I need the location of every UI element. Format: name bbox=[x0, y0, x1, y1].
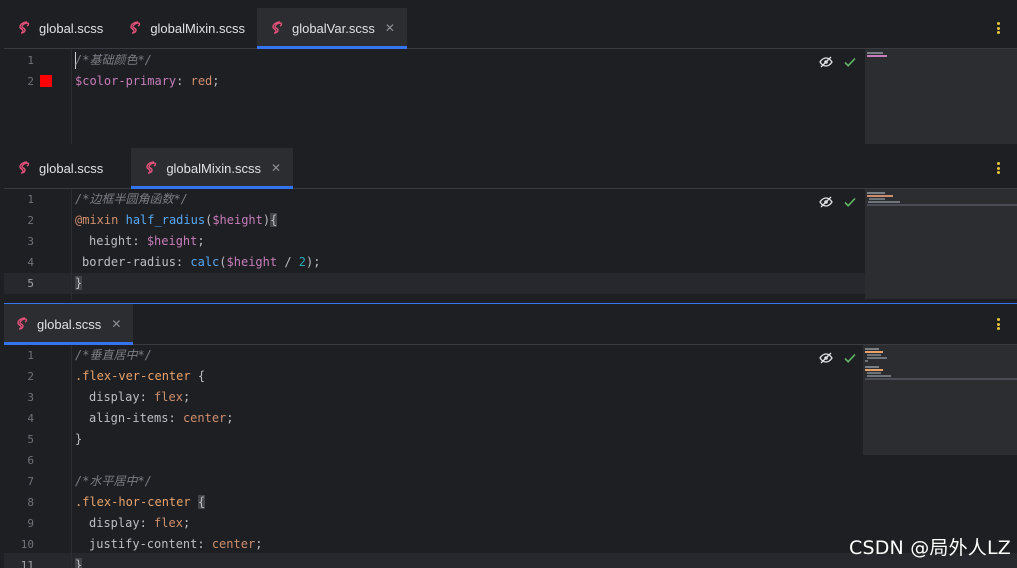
tab-label: global.scss bbox=[39, 20, 104, 36]
code-area[interactable]: /*基础颜色*/ $color-primary: red; bbox=[73, 49, 864, 144]
line-number: 5 bbox=[27, 433, 34, 446]
watermark-text: CSDN @局外人LZ bbox=[848, 537, 1011, 559]
minimap[interactable] bbox=[863, 345, 1017, 455]
editor-pane-globalmixin: global.scss globalMixin.scss ✕ 1 2 3 4 5… bbox=[4, 148, 1017, 300]
kebab-menu-icon[interactable] bbox=[991, 160, 1005, 176]
kebab-menu-icon[interactable] bbox=[991, 20, 1005, 36]
line-number: 11 bbox=[20, 559, 34, 568]
code-editor[interactable]: 1 2 /*基础颜色*/ $color-primary: red; bbox=[4, 49, 1017, 144]
code-line: justify-content: center; bbox=[89, 537, 263, 551]
reader-mode-eye-icon[interactable] bbox=[819, 55, 833, 69]
inspection-ok-check-icon[interactable] bbox=[843, 55, 857, 69]
inspection-widget bbox=[819, 351, 857, 365]
code-comment: /*基础颜色*/ bbox=[75, 53, 152, 67]
line-number: 1 bbox=[27, 193, 34, 206]
code-area[interactable]: /*边框半圆角函数*/ @mixin half_radius($height){… bbox=[73, 189, 864, 300]
tab-label: global.scss bbox=[39, 160, 104, 176]
sass-file-icon bbox=[130, 21, 141, 34]
line-gutter: 1 2 3 4 5 6 7 8 9 10 11 bbox=[4, 345, 72, 568]
sass-file-icon bbox=[17, 317, 28, 330]
line-number: 1 bbox=[27, 54, 34, 67]
sass-file-icon bbox=[19, 21, 30, 34]
inspection-widget bbox=[819, 55, 857, 69]
kebab-menu-icon[interactable] bbox=[991, 316, 1005, 332]
code-area[interactable]: /*垂直居中*/ .flex-ver-center { display: fle… bbox=[73, 345, 864, 568]
code-line: height: $height; bbox=[89, 234, 205, 248]
code-comment: /*垂直居中*/ bbox=[75, 348, 152, 362]
code-line: } bbox=[75, 276, 83, 290]
minimap[interactable] bbox=[865, 49, 1017, 144]
tab-global-scss[interactable]: global.scss bbox=[4, 148, 131, 188]
editor-pane-globalvar: global.scss globalMixin.scss globalVar.s… bbox=[4, 8, 1017, 144]
minimap[interactable] bbox=[865, 189, 1017, 299]
tab-globalmixin-scss[interactable]: globalMixin.scss bbox=[115, 8, 257, 48]
tab-label: globalMixin.scss bbox=[166, 160, 261, 176]
inspection-ok-check-icon[interactable] bbox=[843, 351, 857, 365]
tab-global-scss[interactable]: global.scss bbox=[4, 8, 115, 48]
tab-globalvar-scss[interactable]: globalVar.scss ✕ bbox=[256, 8, 407, 49]
code-line: align-items: center; bbox=[89, 411, 234, 425]
tab-label: globalVar.scss bbox=[291, 20, 375, 36]
tab-label: globalMixin.scss bbox=[150, 20, 245, 36]
color-swatch-red[interactable] bbox=[40, 75, 52, 87]
line-gutter: 1 2 3 4 5 bbox=[4, 189, 72, 300]
editor-pane-global: global.scss ✕ 1 2 3 4 5 6 7 8 9 10 11 /*… bbox=[4, 303, 1017, 568]
tab-globalmixin-scss[interactable]: globalMixin.scss ✕ bbox=[131, 148, 294, 189]
line-number: 3 bbox=[27, 235, 34, 248]
tab-global-scss[interactable]: global.scss ✕ bbox=[4, 304, 134, 345]
close-icon[interactable]: ✕ bbox=[271, 161, 281, 175]
tab-label: global.scss bbox=[37, 316, 102, 332]
reader-mode-eye-icon[interactable] bbox=[819, 195, 833, 209]
line-number: 5 bbox=[27, 277, 34, 290]
inspection-widget bbox=[819, 195, 857, 209]
code-editor[interactable]: 1 2 3 4 5 /*边框半圆角函数*/ @mixin half_radius… bbox=[4, 189, 1017, 300]
reader-mode-eye-icon[interactable] bbox=[819, 351, 833, 365]
code-line: @mixin half_radius($height){ bbox=[75, 213, 278, 227]
line-number: 6 bbox=[27, 454, 34, 467]
line-number: 2 bbox=[27, 75, 34, 88]
code-line: $color-primary: red; bbox=[75, 74, 220, 88]
line-number: 10 bbox=[20, 538, 34, 551]
line-number: 2 bbox=[27, 370, 34, 383]
code-comment: /*水平居中*/ bbox=[75, 474, 152, 488]
sass-file-icon bbox=[272, 21, 283, 34]
tab-bar: global.scss ✕ bbox=[4, 304, 1017, 345]
code-line: display: flex; bbox=[89, 390, 191, 404]
code-line: display: flex; bbox=[89, 516, 191, 530]
line-number: 9 bbox=[27, 517, 34, 530]
line-number: 7 bbox=[27, 475, 34, 488]
line-number: 4 bbox=[27, 412, 34, 425]
close-icon[interactable]: ✕ bbox=[385, 21, 395, 35]
line-number: 2 bbox=[27, 214, 34, 227]
code-line: .flex-hor-center { bbox=[75, 495, 206, 509]
line-gutter: 1 2 bbox=[4, 49, 72, 144]
tab-bar: global.scss globalMixin.scss globalVar.s… bbox=[4, 8, 1017, 49]
line-number: 8 bbox=[27, 496, 34, 509]
tab-bar: global.scss globalMixin.scss ✕ bbox=[4, 148, 1017, 189]
line-number: 4 bbox=[27, 256, 34, 269]
sass-file-icon bbox=[146, 161, 157, 174]
line-number: 1 bbox=[27, 349, 34, 362]
code-comment: /*边框半圆角函数*/ bbox=[75, 192, 188, 206]
inspection-ok-check-icon[interactable] bbox=[843, 195, 857, 209]
close-icon[interactable]: ✕ bbox=[111, 317, 121, 331]
sass-file-icon bbox=[19, 161, 30, 174]
code-line: } bbox=[75, 555, 83, 568]
line-number: 3 bbox=[27, 391, 34, 404]
code-line: .flex-ver-center { bbox=[75, 369, 206, 383]
code-line: border-radius: calc($height / 2); bbox=[82, 255, 321, 269]
code-line: } bbox=[75, 432, 83, 446]
